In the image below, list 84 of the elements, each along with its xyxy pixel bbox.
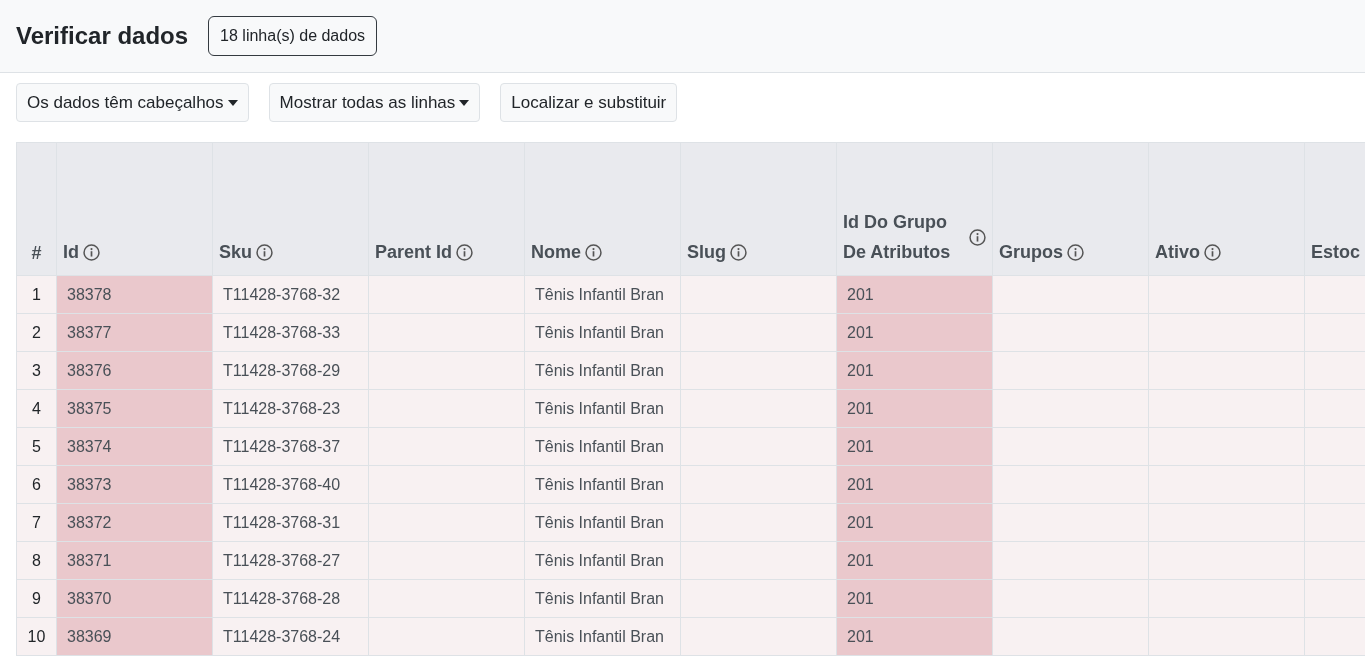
column-header-label: Nome (531, 241, 581, 264)
dropdown-button[interactable]: Os dados têm cabeçalhos (16, 83, 249, 122)
table-cell (1304, 427, 1365, 466)
info-icon[interactable] (585, 243, 602, 261)
column-header-label: Id Do Grupo De Atributos (843, 211, 952, 264)
table-cell: 201 (836, 465, 993, 504)
column-header-label: Id (63, 241, 79, 264)
column-header-label: Estoc (1311, 241, 1361, 264)
caret-icon (227, 99, 238, 106)
caret-icon (459, 99, 470, 106)
column-header-label: Grupos (999, 241, 1063, 264)
table-cell: Tênis Infantil Bran (524, 313, 681, 352)
table-cell: T11428-3768-24 (212, 617, 369, 656)
table-cell: 38374 (56, 427, 213, 466)
table-cell: 38377 (56, 313, 213, 352)
row-count-badge: 18 linha(s) de dados (208, 16, 378, 56)
table-cell: Tênis Infantil Bran (524, 275, 681, 314)
table-cell: T11428-3768-37 (212, 427, 369, 466)
table-cell: 38378 (56, 275, 213, 314)
info-icon[interactable] (256, 243, 273, 261)
row-number: 9 (16, 579, 57, 618)
table-cell (1304, 351, 1365, 390)
table-cell: 38373 (56, 465, 213, 504)
table-cell: 38375 (56, 389, 213, 428)
info-icon[interactable] (969, 228, 986, 246)
table-cell: T11428-3768-32 (212, 275, 369, 314)
table-cell: Tênis Infantil Bran (524, 617, 681, 656)
table-cell: 201 (836, 351, 993, 390)
table-cell (1304, 617, 1365, 656)
table-cell: 201 (836, 541, 993, 580)
table-cell: Tênis Infantil Bran (524, 503, 681, 542)
column-header-label: Parent Id (375, 241, 453, 264)
table-cell: Tênis Infantil Bran (524, 427, 681, 466)
info-icon[interactable] (456, 243, 474, 261)
row-number: 6 (16, 465, 57, 504)
row-number: 10 (16, 617, 57, 656)
table-cell: 38372 (56, 503, 213, 542)
table-cell (1304, 389, 1365, 428)
table-cell: Tênis Infantil Bran (524, 389, 681, 428)
table-cell: 201 (836, 617, 993, 656)
row-number: 3 (16, 351, 57, 390)
table-cell: 38370 (56, 579, 213, 618)
table-cell (1304, 541, 1365, 580)
info-icon[interactable] (1204, 243, 1221, 261)
column-header-label: Slug (687, 241, 726, 264)
table-cell: 201 (836, 427, 993, 466)
row-number: 8 (16, 541, 57, 580)
table-cell: T11428-3768-23 (212, 389, 369, 428)
find-replace-button[interactable]: Localizar e substituir (500, 83, 678, 122)
table-cell (1304, 579, 1365, 618)
table-cell: 201 (836, 503, 993, 542)
table-cell (1304, 465, 1365, 504)
table-cell (1304, 503, 1365, 542)
table-cell: T11428-3768-40 (212, 465, 369, 504)
info-icon[interactable] (730, 243, 747, 261)
table-cell: 38376 (56, 351, 213, 390)
table-cell: T11428-3768-29 (212, 351, 369, 390)
table-cell: 38369 (56, 617, 213, 656)
row-number: 5 (16, 427, 57, 466)
column-header-label: Sku (219, 241, 252, 264)
table-cell: T11428-3768-33 (212, 313, 369, 352)
column-header: # (16, 142, 57, 276)
table-cell: Tênis Infantil Bran (524, 465, 681, 504)
table-cell: 201 (836, 579, 993, 618)
table-cell: Tênis Infantil Bran (524, 541, 681, 580)
table-cell: 201 (836, 275, 993, 314)
page-title: Verificar dados (16, 21, 189, 51)
table-cell: 201 (836, 313, 993, 352)
table-cell: Tênis Infantil Bran (524, 579, 681, 618)
column-header-label: Ativo (1155, 241, 1200, 264)
row-number: 4 (16, 389, 57, 428)
table-cell: T11428-3768-27 (212, 541, 369, 580)
table-cell (1304, 313, 1365, 352)
row-number: 2 (16, 313, 57, 352)
row-number: 7 (16, 503, 57, 542)
info-icon[interactable] (1067, 243, 1084, 261)
row-number: 1 (16, 275, 57, 314)
dropdown-button[interactable]: Mostrar todas as linhas (268, 83, 481, 122)
table-cell: T11428-3768-28 (212, 579, 369, 618)
info-icon[interactable] (83, 243, 100, 261)
table-cell: Tênis Infantil Bran (524, 351, 681, 390)
table-cell: 201 (836, 389, 993, 428)
table-cell: T11428-3768-31 (212, 503, 369, 542)
table-cell: 38371 (56, 541, 213, 580)
